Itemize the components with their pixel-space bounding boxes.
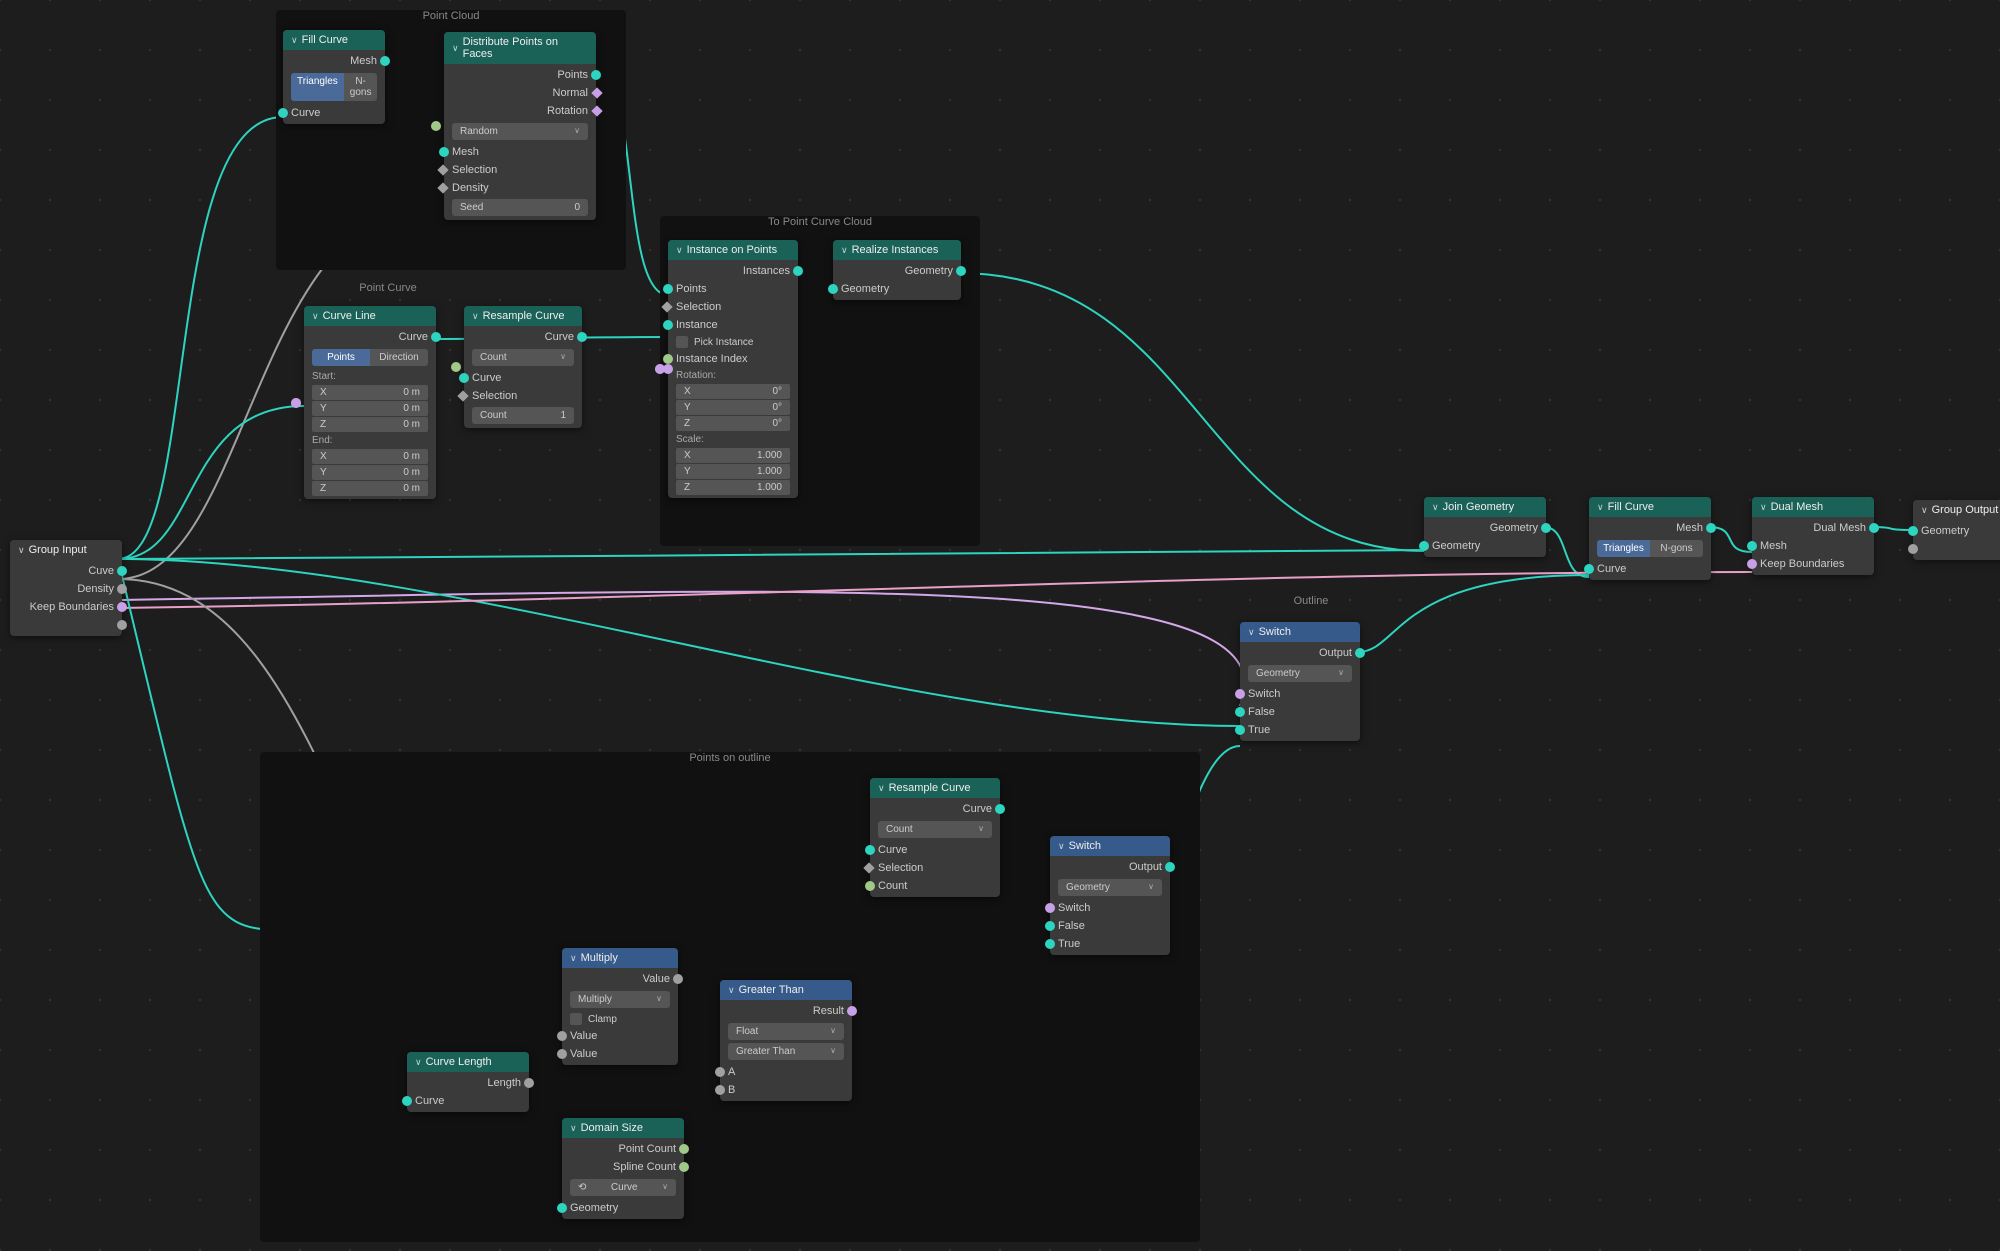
node-header[interactable]: Switch	[1050, 836, 1170, 856]
direction-button[interactable]: Direction	[370, 349, 428, 366]
curve-dropdown[interactable]: ⟲ Curve	[570, 1179, 676, 1196]
node-header[interactable]: Dual Mesh	[1752, 497, 1874, 517]
gt-dropdown[interactable]: Greater Than	[728, 1043, 844, 1060]
fill-curve-node-2[interactable]: Fill Curve Mesh TrianglesN-gons Curve	[1589, 497, 1711, 580]
node-header[interactable]: Resample Curve	[464, 306, 582, 326]
ngons-button[interactable]: N-gons	[344, 73, 378, 101]
count-dropdown[interactable]: Count	[472, 349, 574, 366]
multiply-dropdown[interactable]: Multiply	[570, 991, 670, 1008]
geometry-dropdown[interactable]: Geometry	[1058, 879, 1162, 896]
node-header[interactable]: Domain Size	[562, 1118, 684, 1138]
output-mesh: Mesh	[283, 52, 385, 70]
frame-label: To Point Curve Cloud	[768, 214, 872, 230]
resample-curve-node-2[interactable]: Resample Curve Curve Count Curve Selecti…	[870, 778, 1000, 897]
node-header[interactable]: Curve Line	[304, 306, 436, 326]
random-dropdown[interactable]: Random	[452, 123, 588, 140]
instance-on-points-node[interactable]: Instance on Points Instances Points Sele…	[668, 240, 798, 498]
switch-node[interactable]: Switch Output Geometry Switch False True	[1240, 622, 1360, 741]
node-header[interactable]: Instance on Points	[668, 240, 798, 260]
frame-label: Points on outline	[689, 750, 770, 766]
domain-size-node[interactable]: Domain Size Point Count Spline Count ⟲ C…	[562, 1118, 684, 1219]
curve-line-node[interactable]: Curve Line Curve PointsDirection Start: …	[304, 306, 436, 499]
resample-curve-node[interactable]: Resample Curve Curve Count Curve Selecti…	[464, 306, 582, 428]
node-header[interactable]: Fill Curve	[283, 30, 385, 50]
output-cuve: Cuve	[10, 562, 122, 580]
group-output-node[interactable]: Group Output Geometry	[1913, 500, 2000, 560]
node-header[interactable]: Switch	[1240, 622, 1360, 642]
float-dropdown[interactable]: Float	[728, 1023, 844, 1040]
realize-instances-node[interactable]: Realize Instances Geometry Geometry	[833, 240, 961, 300]
node-header[interactable]: Distribute Points on Faces	[444, 32, 596, 64]
node-header[interactable]: Multiply	[562, 948, 678, 968]
curve-length-node[interactable]: Curve Length Length Curve	[407, 1052, 529, 1112]
triangles-button[interactable]: Triangles	[291, 73, 344, 101]
node-header[interactable]: Realize Instances	[833, 240, 961, 260]
seed-field[interactable]: Seed0	[452, 199, 588, 216]
clamp-checkbox[interactable]: Clamp	[562, 1011, 678, 1027]
count-dropdown[interactable]: Count	[878, 821, 992, 838]
output-density: Density	[10, 580, 122, 598]
triangles-button[interactable]: Triangles	[1597, 540, 1650, 557]
node-header[interactable]: Curve Length	[407, 1052, 529, 1072]
switch-node-2[interactable]: Switch Output Geometry Switch False True	[1050, 836, 1170, 955]
ngons-button[interactable]: N-gons	[1650, 540, 1703, 557]
geometry-dropdown[interactable]: Geometry	[1248, 665, 1352, 682]
pick-instance-checkbox[interactable]: Pick Instance	[668, 334, 798, 350]
join-geometry-node[interactable]: Join Geometry Geometry Geometry	[1424, 497, 1546, 557]
points-button[interactable]: Points	[312, 349, 370, 366]
node-header[interactable]: Group Input	[10, 540, 122, 560]
node-header[interactable]: Group Output	[1913, 500, 2000, 520]
count-field[interactable]: Count1	[472, 407, 574, 424]
distribute-points-node[interactable]: Distribute Points on Faces Points Normal…	[444, 32, 596, 220]
multiply-node[interactable]: Multiply Value Multiply Clamp Value Valu…	[562, 948, 678, 1065]
greater-than-node[interactable]: Greater Than Result Float Greater Than A…	[720, 980, 852, 1101]
node-header[interactable]: Resample Curve	[870, 778, 1000, 798]
input-curve: Curve	[283, 104, 385, 122]
node-header[interactable]: Fill Curve	[1589, 497, 1711, 517]
frame-label: Point Cloud	[423, 8, 480, 24]
group-input-node[interactable]: Group Input Cuve Density Keep Boundaries	[10, 540, 122, 636]
output-keep-boundaries: Keep Boundaries	[10, 598, 122, 616]
frame-label: Outline	[1294, 593, 1329, 609]
node-header[interactable]: Join Geometry	[1424, 497, 1546, 517]
fill-curve-node[interactable]: Fill Curve Mesh TrianglesN-gons Curve	[283, 30, 385, 124]
frame-label: Point Curve	[359, 280, 416, 296]
node-header[interactable]: Greater Than	[720, 980, 852, 1000]
dual-mesh-node[interactable]: Dual Mesh Dual Mesh Mesh Keep Boundaries	[1752, 497, 1874, 575]
